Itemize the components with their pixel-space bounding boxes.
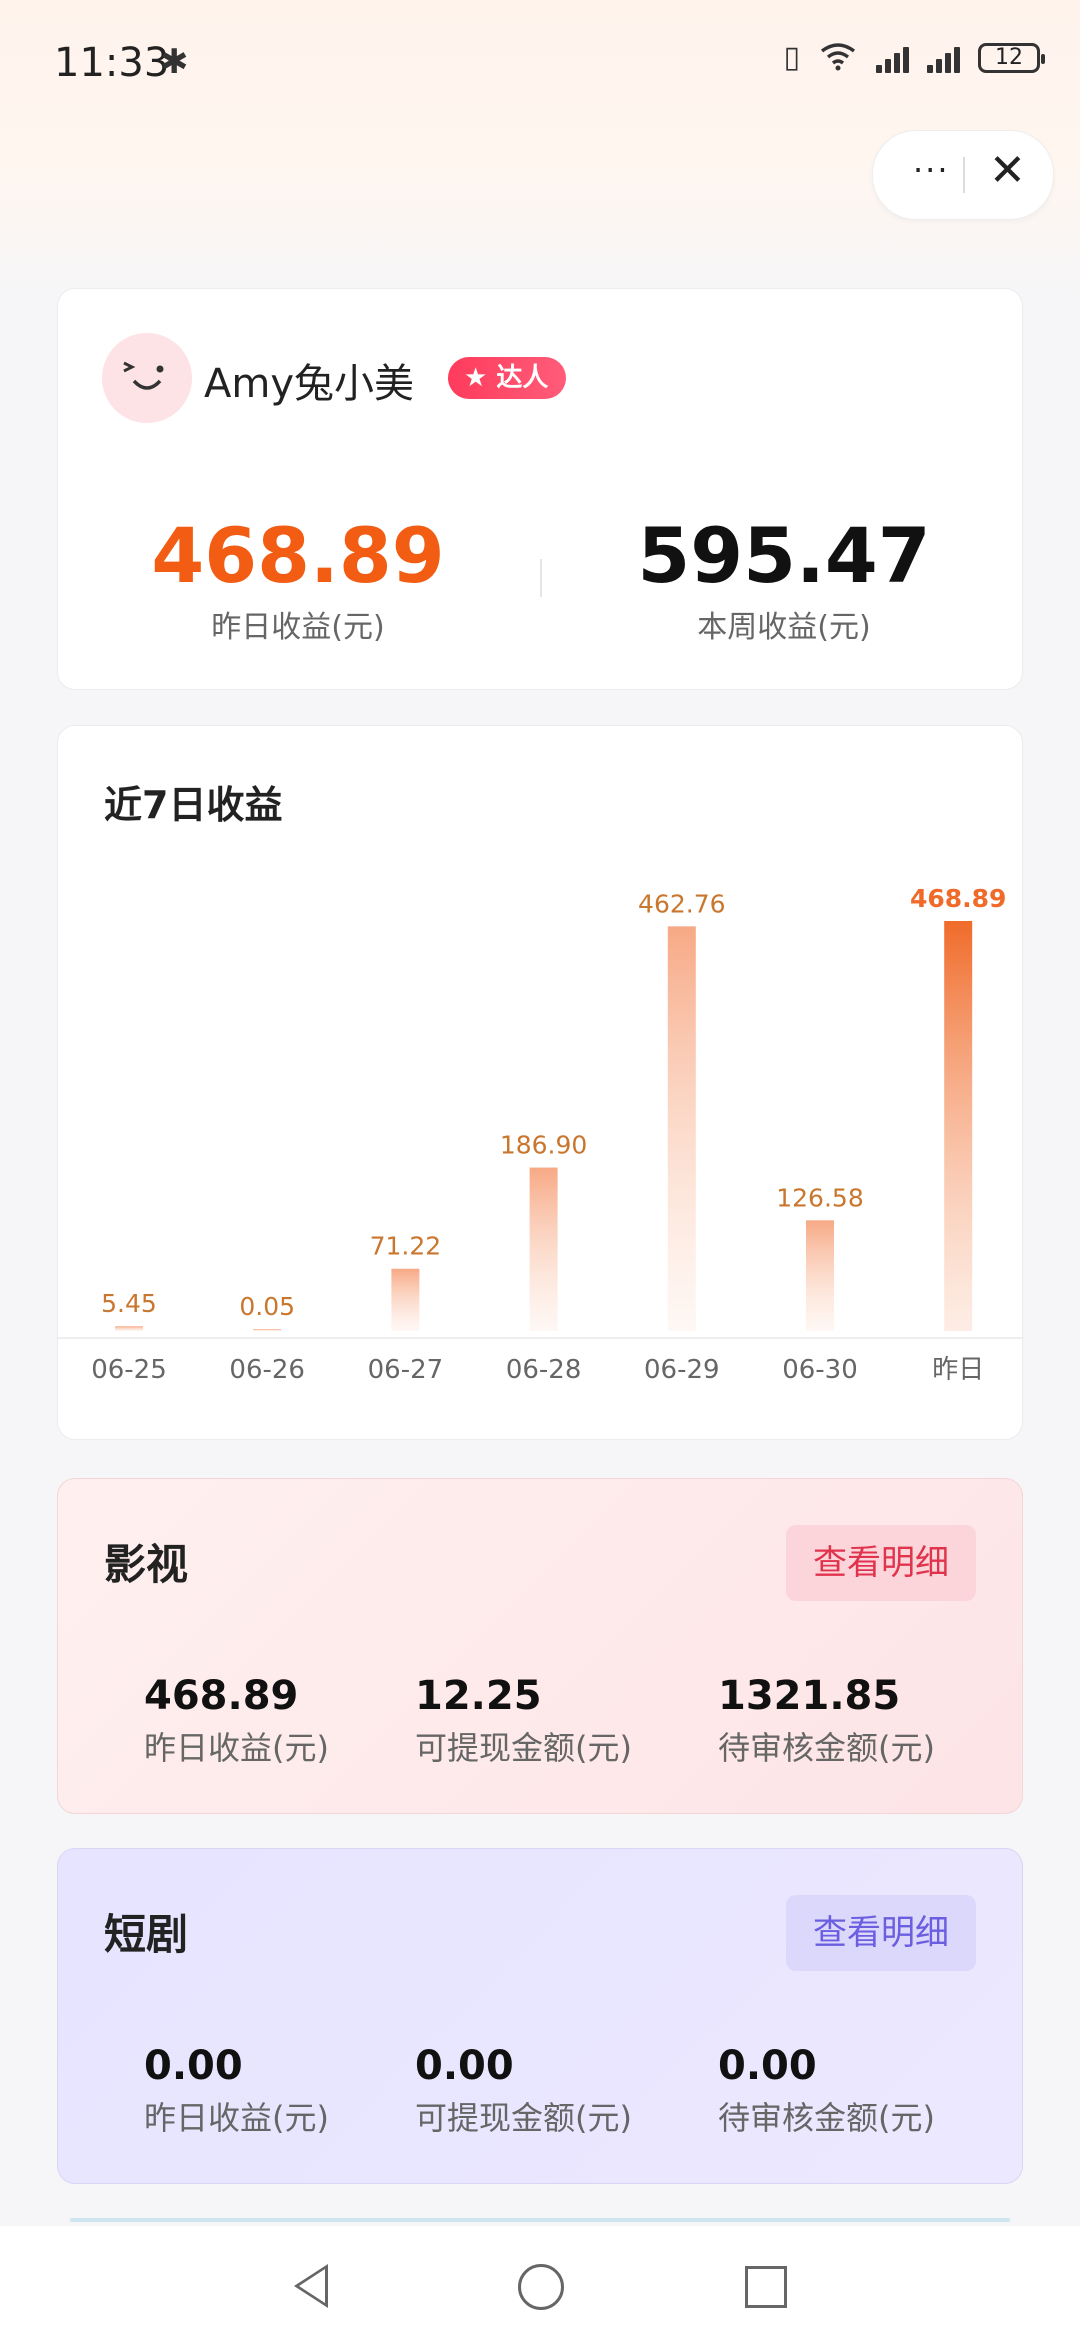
- metric-value: 0.00: [718, 2043, 817, 2089]
- next-section-edge: [70, 2218, 1010, 2222]
- mini-program-capsule: ··· ✕: [872, 130, 1054, 220]
- metric-withdrawable: 0.00 可提现金额(元): [415, 2043, 632, 2139]
- view-details-button[interactable]: 查看明细: [786, 1525, 976, 1601]
- chart-value-label: 0.05: [239, 1292, 295, 1321]
- status-bar: 11:33 ✱ ▯ 12: [0, 30, 1080, 90]
- section-title: 影视: [104, 1540, 189, 1589]
- metric-label: 待审核金额(元): [718, 1729, 935, 1767]
- chart-bar: [667, 926, 696, 1331]
- metric-value: 0.00: [415, 2043, 514, 2089]
- chart-bar: [115, 1326, 143, 1331]
- chart-value-label: 126.58: [776, 1183, 863, 1212]
- stat-divider: [540, 559, 542, 597]
- chart-tick-label: 06-28: [506, 1355, 582, 1385]
- yesterday-earnings-value: 468.89: [151, 511, 445, 600]
- capsule-divider: [963, 157, 965, 193]
- home-nav-icon[interactable]: [518, 2264, 564, 2310]
- chart-tick-label: 昨日: [932, 1355, 984, 1385]
- earnings-bar-chart: 5.45 06-25 0.05 06-26 71.22 06-27 186.90 06-28 4…: [58, 884, 1024, 1385]
- chart-value-label: 71.22: [370, 1232, 442, 1261]
- status-icons: ▯ 12: [783, 40, 1045, 75]
- chart-bar: [253, 1329, 282, 1331]
- chart-value-label: 5.45: [101, 1289, 157, 1318]
- badge-label: 达人: [496, 363, 549, 393]
- metric-pending: 0.00 待审核金额(元): [718, 2043, 935, 2139]
- metric-label: 可提现金额(元): [415, 1729, 632, 1767]
- chart-bar: [529, 1167, 558, 1331]
- vibrate-icon: ▯: [783, 40, 800, 75]
- metric-label: 昨日收益(元): [144, 2099, 329, 2137]
- earnings-chart-card: 近7日收益 5.45 06-25 0.05 06-26 71.22 06-27 186.90…: [57, 725, 1024, 1440]
- chart-tick-label: 06-25: [91, 1355, 167, 1385]
- metric-yesterday: 468.89 昨日收益(元): [144, 1673, 329, 1769]
- recent-apps-icon[interactable]: [745, 2266, 787, 2308]
- wifi-icon: [818, 41, 858, 75]
- signal-icon: [876, 43, 909, 73]
- battery-icon: 12: [978, 42, 1045, 73]
- close-icon[interactable]: ✕: [989, 145, 1026, 196]
- metric-yesterday: 0.00 昨日收益(元): [144, 2043, 329, 2139]
- bluetooth-icon: ✱: [160, 42, 189, 82]
- chart-bar: [391, 1268, 420, 1331]
- week-earnings: 595.47 本周收益(元): [564, 511, 1004, 646]
- avatar: [102, 333, 192, 423]
- chart-tick-label: 06-26: [229, 1355, 305, 1385]
- section-short-drama: 短剧 查看明细 0.00 昨日收益(元) 0.00 可提现金额(元) 0.00 …: [57, 1848, 1023, 2184]
- metric-value: 468.89: [144, 1673, 299, 1719]
- expert-badge: ★ 达人: [448, 357, 567, 399]
- metric-value: 1321.85: [718, 1673, 901, 1719]
- metric-label: 可提现金额(元): [415, 2099, 632, 2137]
- metric-pending: 1321.85 待审核金额(元): [718, 1673, 935, 1769]
- chart-value-label: 462.76: [638, 889, 725, 918]
- chart-value-label: 186.90: [500, 1131, 587, 1160]
- section-title: 短剧: [104, 1910, 189, 1959]
- week-earnings-label: 本周收益(元): [697, 610, 871, 645]
- chart-tick-label: 06-29: [644, 1355, 720, 1385]
- star-icon: ★: [464, 363, 488, 393]
- metric-withdrawable: 12.25 可提现金额(元): [415, 1673, 632, 1769]
- yesterday-earnings: 468.89 昨日收益(元): [78, 511, 518, 646]
- chart-value-label: 468.89: [910, 884, 1006, 913]
- chart-bar: [806, 1220, 834, 1331]
- view-details-button[interactable]: 查看明细: [786, 1895, 976, 1971]
- chart-bar: [944, 921, 973, 1331]
- status-time: 11:33: [54, 40, 170, 86]
- yesterday-earnings-label: 昨日收益(元): [211, 610, 385, 645]
- profile-card: Amy兔小美 ★ 达人 468.89 昨日收益(元) 595.47 本周收益(元…: [57, 288, 1023, 690]
- section-film: 影视 查看明细 468.89 昨日收益(元) 12.25 可提现金额(元) 13…: [57, 1478, 1023, 1814]
- system-nav-bar: [0, 2226, 1080, 2332]
- chart-tick-label: 06-30: [782, 1355, 858, 1385]
- chart-tick-label: 06-27: [368, 1355, 444, 1385]
- username: Amy兔小美: [204, 361, 414, 407]
- more-icon[interactable]: ···: [913, 151, 950, 189]
- back-nav-icon[interactable]: [294, 2264, 328, 2308]
- metric-label: 待审核金额(元): [718, 2099, 935, 2137]
- metric-label: 昨日收益(元): [144, 1729, 329, 1767]
- metric-value: 12.25: [415, 1673, 542, 1719]
- metric-value: 0.00: [144, 2043, 243, 2089]
- signal-icon-2: [927, 43, 960, 73]
- week-earnings-value: 595.47: [637, 511, 931, 600]
